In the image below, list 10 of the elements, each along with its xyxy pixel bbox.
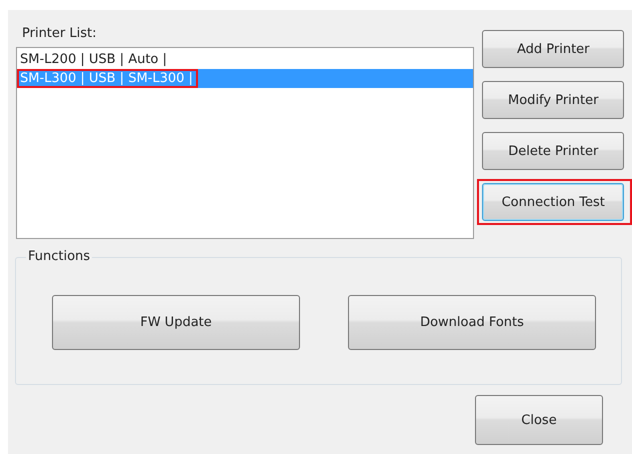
function-button[interactable]: Download Fonts bbox=[348, 295, 596, 350]
side-button[interactable]: Modify Printer bbox=[482, 81, 624, 119]
side-button[interactable]: Connection Test bbox=[482, 183, 624, 221]
printer-list[interactable]: SM-L200 | USB | Auto | SM-L300 | USB | SM-L300 | bbox=[16, 47, 474, 239]
side-button[interactable]: Add Printer bbox=[482, 30, 624, 68]
side-button[interactable]: Delete Printer bbox=[482, 132, 624, 170]
list-label: Printer List: bbox=[22, 26, 98, 42]
function-button[interactable]: FW Update bbox=[52, 295, 300, 350]
printer-row[interactable]: SM-L200 | USB | Auto | bbox=[17, 50, 474, 69]
close-button[interactable]: Close bbox=[475, 395, 603, 445]
